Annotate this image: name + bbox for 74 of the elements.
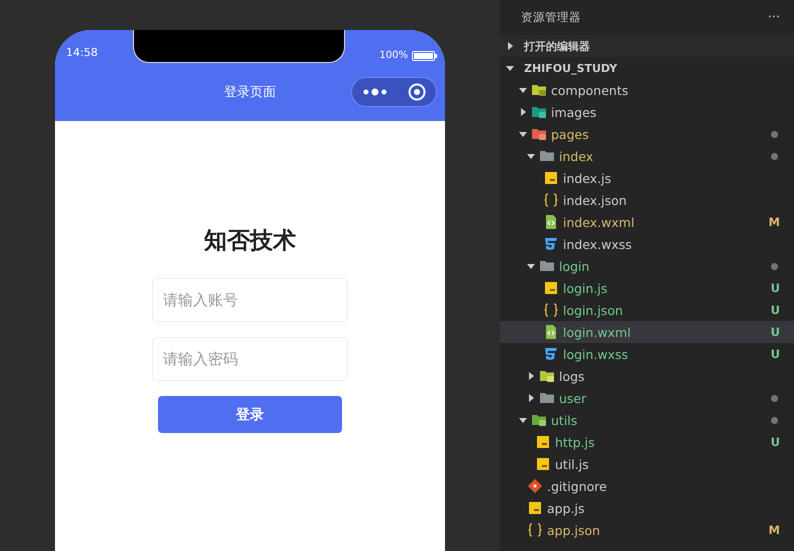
js-file-icon	[535, 456, 551, 472]
login-button[interactable]: 登录	[158, 396, 342, 433]
tree-item[interactable]: images	[500, 101, 794, 123]
tree-item[interactable]: app.js	[500, 497, 794, 519]
folder-icon	[531, 412, 547, 428]
target-icon	[408, 83, 426, 101]
tree-item[interactable]: login.js U	[500, 277, 794, 299]
tree-item[interactable]: utils	[500, 409, 794, 431]
braces-icon	[527, 522, 543, 538]
git-status-letter: U	[770, 281, 780, 295]
caret-icon[interactable]	[519, 416, 527, 424]
tree-item[interactable]: login.wxss U	[500, 343, 794, 365]
input-field[interactable]: 请输入密码	[152, 337, 348, 381]
braces-icon	[543, 302, 559, 318]
code-file-icon	[543, 214, 559, 230]
panel-title: 资源管理器	[521, 10, 581, 25]
git-status-letter: U	[770, 303, 780, 317]
battery-percent: 100%	[379, 50, 408, 61]
tree-item[interactable]: login	[500, 255, 794, 277]
caret-icon[interactable]	[527, 262, 535, 270]
folder-icon	[531, 126, 547, 142]
git-status-letter: M	[768, 523, 780, 537]
page-title: 登录页面	[224, 84, 276, 101]
caret-icon[interactable]	[527, 394, 535, 402]
tree-item[interactable]: logs	[500, 365, 794, 387]
tree-item[interactable]: components	[500, 79, 794, 101]
tree-item[interactable]: user	[500, 387, 794, 409]
tree-item[interactable]: index.wxss	[500, 233, 794, 255]
git-status-letter: M	[768, 215, 780, 229]
tree-item[interactable]: app.json M	[500, 519, 794, 541]
css-icon	[543, 236, 559, 252]
caret-icon[interactable]	[519, 86, 527, 94]
css-icon	[543, 346, 559, 362]
js-file-icon	[543, 280, 559, 296]
app-heading: 知否技术	[204, 227, 296, 256]
tree-item[interactable]: pages	[500, 123, 794, 145]
folder-icon	[539, 390, 555, 406]
caret-icon[interactable]	[519, 108, 527, 116]
section-header[interactable]: ZHIFOU_STUDY	[500, 57, 794, 79]
status-time: 14:58	[66, 46, 98, 59]
git-status-letter: U	[770, 325, 780, 339]
tree-item[interactable]: http.js U	[500, 431, 794, 453]
code-file-icon	[543, 324, 559, 340]
braces-icon	[543, 192, 559, 208]
tree-item[interactable]: login.json U	[500, 299, 794, 321]
input-field[interactable]: 请输入账号	[152, 278, 348, 322]
battery-icon	[412, 50, 437, 60]
js-file-icon	[543, 170, 559, 186]
caret-icon[interactable]	[506, 42, 514, 50]
folder-icon	[539, 258, 555, 274]
folder-icon	[539, 148, 555, 164]
folder-icon	[539, 368, 555, 384]
git-status-letter: U	[770, 435, 780, 449]
js-file-icon	[535, 434, 551, 450]
tree-item[interactable]: index.json	[500, 189, 794, 211]
tree-item[interactable]: index.js	[500, 167, 794, 189]
git-status-letter: U	[770, 347, 780, 361]
js-file-icon	[527, 500, 543, 516]
tree-item[interactable]: .gitignore	[500, 475, 794, 497]
caret-icon[interactable]	[506, 64, 514, 72]
tree-item[interactable]: index.wxml M	[500, 211, 794, 233]
tree-item[interactable]: login.wxml U	[500, 321, 794, 343]
dots-icon	[362, 88, 386, 96]
more-button[interactable]	[362, 88, 386, 96]
section-header[interactable]: 打开的编辑器	[500, 35, 794, 57]
tree-item[interactable]: util.js	[500, 453, 794, 475]
folder-icon	[531, 104, 547, 120]
caret-icon[interactable]	[527, 152, 535, 160]
caret-icon[interactable]	[527, 372, 535, 380]
tree-item[interactable]: index	[500, 145, 794, 167]
more-button[interactable]: ···	[768, 10, 780, 25]
close-button[interactable]	[408, 83, 426, 101]
folder-icon	[531, 82, 547, 98]
caret-icon[interactable]	[519, 130, 527, 138]
